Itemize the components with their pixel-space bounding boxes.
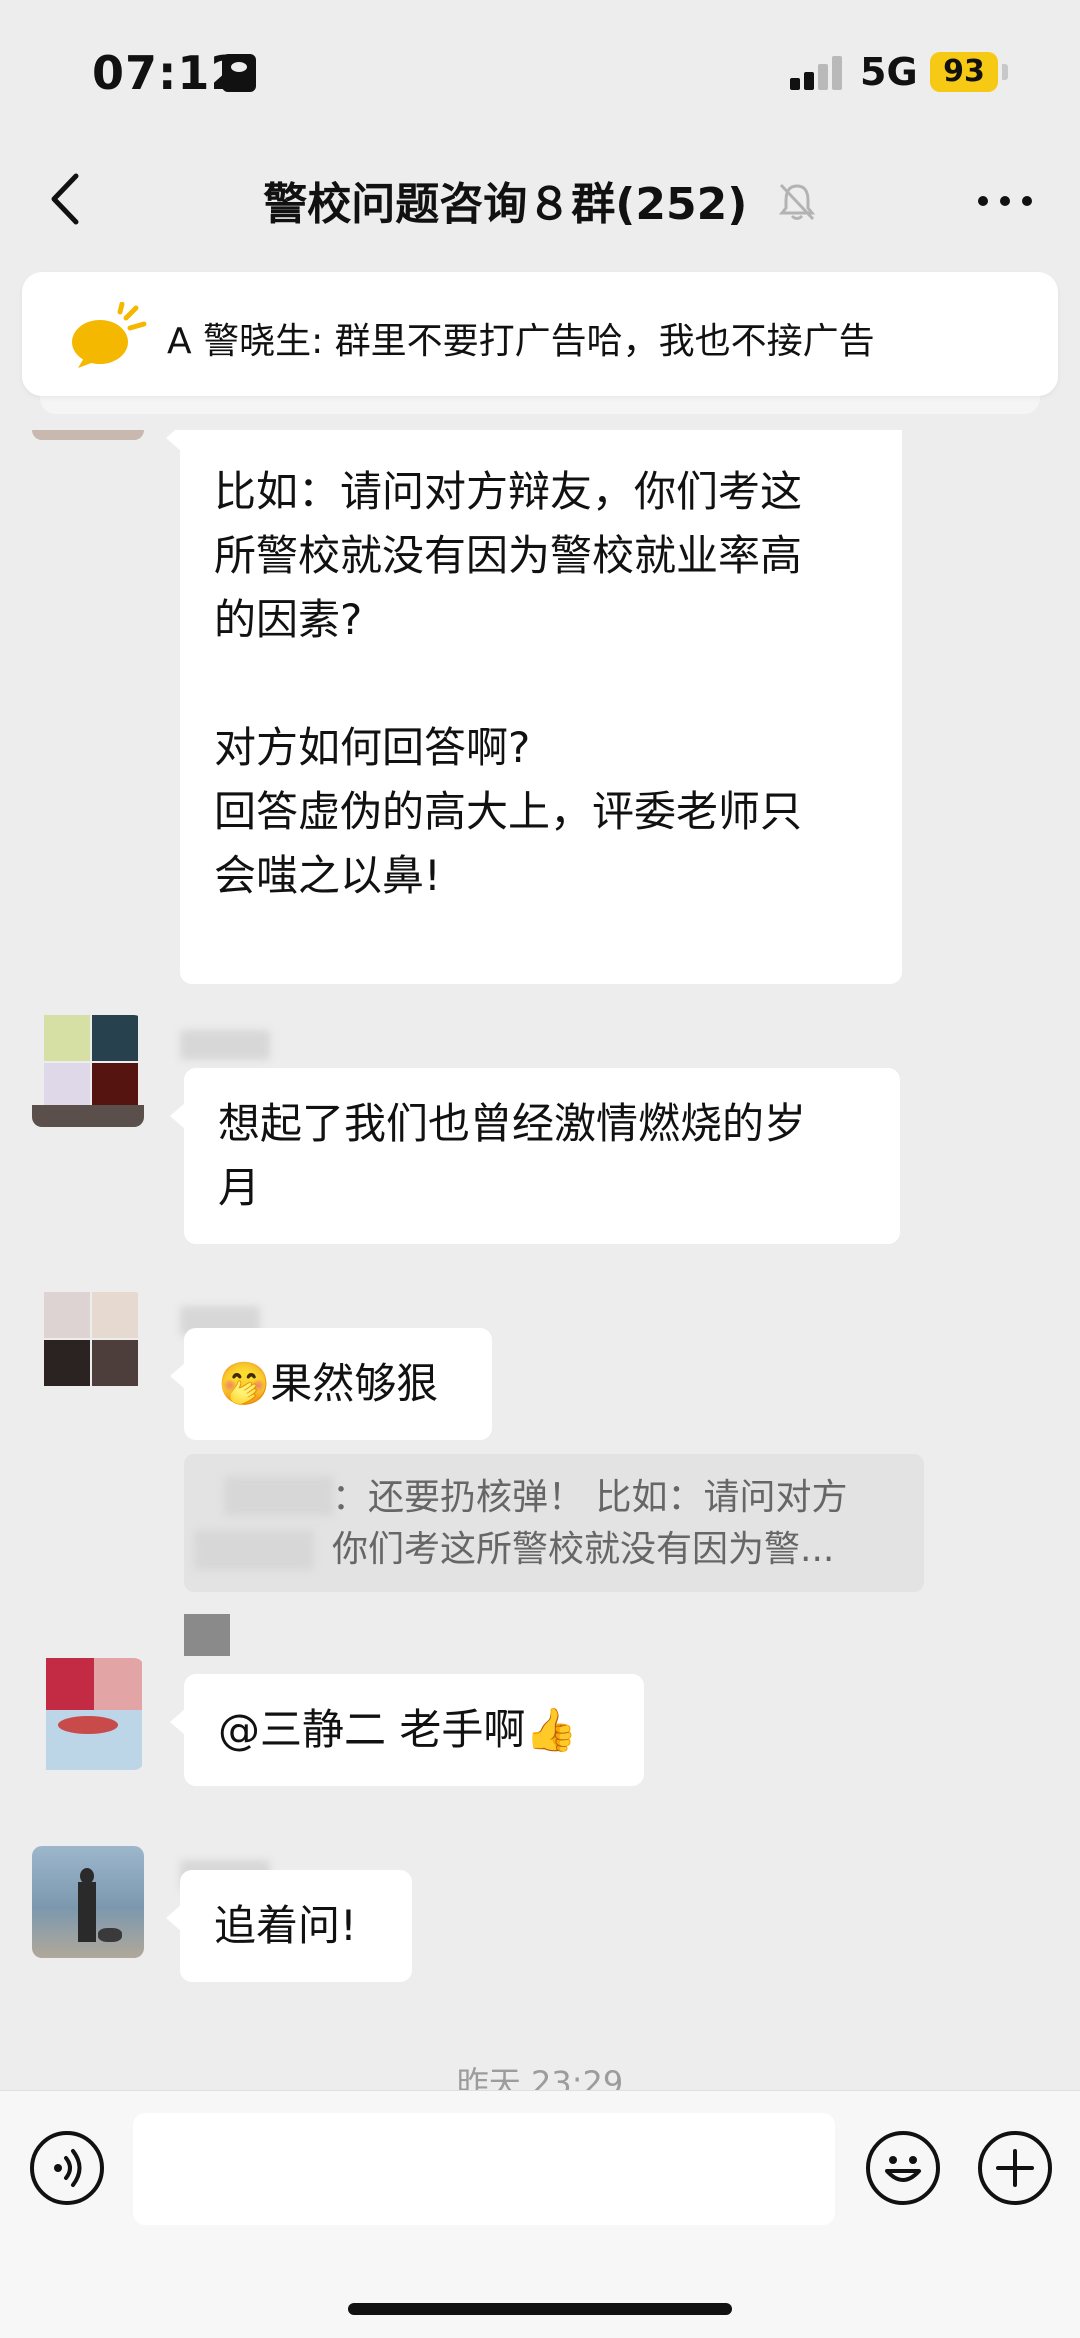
message-input[interactable]: [133, 2113, 835, 2225]
home-indicator[interactable]: [348, 2303, 732, 2315]
message-line: 的因素?: [214, 595, 363, 644]
more-options-button[interactable]: [970, 180, 1040, 220]
message-bubble[interactable]: 追着问!: [166, 1870, 412, 1982]
message-bubble[interactable]: @三静二 老手啊👍: [170, 1674, 644, 1786]
group-name: 警校问题咨询８群(252): [263, 179, 748, 230]
chat-title: 警校问题咨询８群(252): [0, 168, 1080, 234]
message-line: 月: [218, 1163, 261, 1212]
more-functions-button[interactable]: [978, 2131, 1052, 2205]
network-type: 5G: [860, 50, 918, 94]
message-text: 追着问!: [214, 1901, 357, 1950]
face-emoji-icon: 🤭: [218, 1359, 271, 1408]
signal-icon: [790, 56, 846, 90]
quoted-sender: [194, 1530, 314, 1570]
avatar[interactable]: [32, 1015, 144, 1127]
voice-icon: [54, 2149, 82, 2187]
message-line: 所警校就没有因为警校就业率高: [214, 531, 803, 580]
message-line: 对方如何回答啊?: [214, 723, 531, 772]
group-notice-banner[interactable]: A 警晓生: 群里不要打广告哈，我也不接广告: [22, 272, 1058, 396]
voice-input-button[interactable]: [30, 2131, 104, 2205]
status-bar: 07:12 5G 93: [0, 0, 1080, 140]
quoted-message[interactable]: ：还要扔核弹！ 比如：请问对方 你们考这所警校就没有因为警...: [184, 1454, 924, 1592]
sender-label-block: [184, 1614, 230, 1656]
notice-text: A 警晓生: 群里不要打广告哈，我也不接广告: [167, 321, 875, 362]
message-bubble[interactable]: 想起了我们也曾经激情燃烧的岁 月: [170, 1068, 900, 1244]
timestamp: 昨天 23:29: [456, 2064, 624, 2090]
thumbs-up-icon: 👍: [525, 1705, 578, 1754]
smiley-icon: [885, 2156, 921, 2182]
battery-icon: [1002, 64, 1008, 80]
message-line: [214, 652, 868, 716]
emoji-button[interactable]: [866, 2131, 940, 2205]
avatar[interactable]: [32, 1658, 144, 1770]
mute-bell-icon: [777, 181, 817, 234]
message-text: @三静二 老手啊: [218, 1705, 526, 1754]
battery-level: 93: [930, 52, 998, 92]
announcement-icon: [64, 301, 154, 372]
message-line: 比如：请问对方辩友，你们考这: [214, 467, 803, 516]
message-line: 会嗤之以鼻!: [214, 851, 441, 900]
message-bubble[interactable]: 比如：请问对方辩友，你们考这 所警校就没有因为警校就业率高 的因素? 对方如何回…: [166, 430, 902, 984]
message-bubble[interactable]: 🤭果然够狠: [170, 1328, 492, 1440]
status-time: 07:12: [92, 46, 244, 100]
sender-nickname: [180, 1030, 270, 1060]
avatar[interactable]: [32, 1292, 144, 1404]
avatar[interactable]: [32, 1846, 144, 1958]
quote-line: 你们考这所警校就没有因为警...: [332, 1529, 835, 1570]
input-bar: [0, 2090, 1080, 2338]
quoted-sender: [224, 1476, 334, 1516]
avatar[interactable]: [32, 430, 144, 440]
message-text: 果然够狠: [270, 1359, 439, 1408]
id-card-icon: [222, 54, 256, 92]
plus-icon: [996, 2149, 1034, 2187]
nav-bar: 警校问题咨询８群(252): [0, 140, 1080, 260]
message-line: 回答虚伪的高大上，评委老师只: [214, 787, 803, 836]
message-line: 想起了我们也曾经激情燃烧的岁: [218, 1099, 807, 1148]
chat-message-list[interactable]: 比如：请问对方辩友，你们考这 所警校就没有因为警校就业率高 的因素? 对方如何回…: [0, 430, 1080, 2090]
